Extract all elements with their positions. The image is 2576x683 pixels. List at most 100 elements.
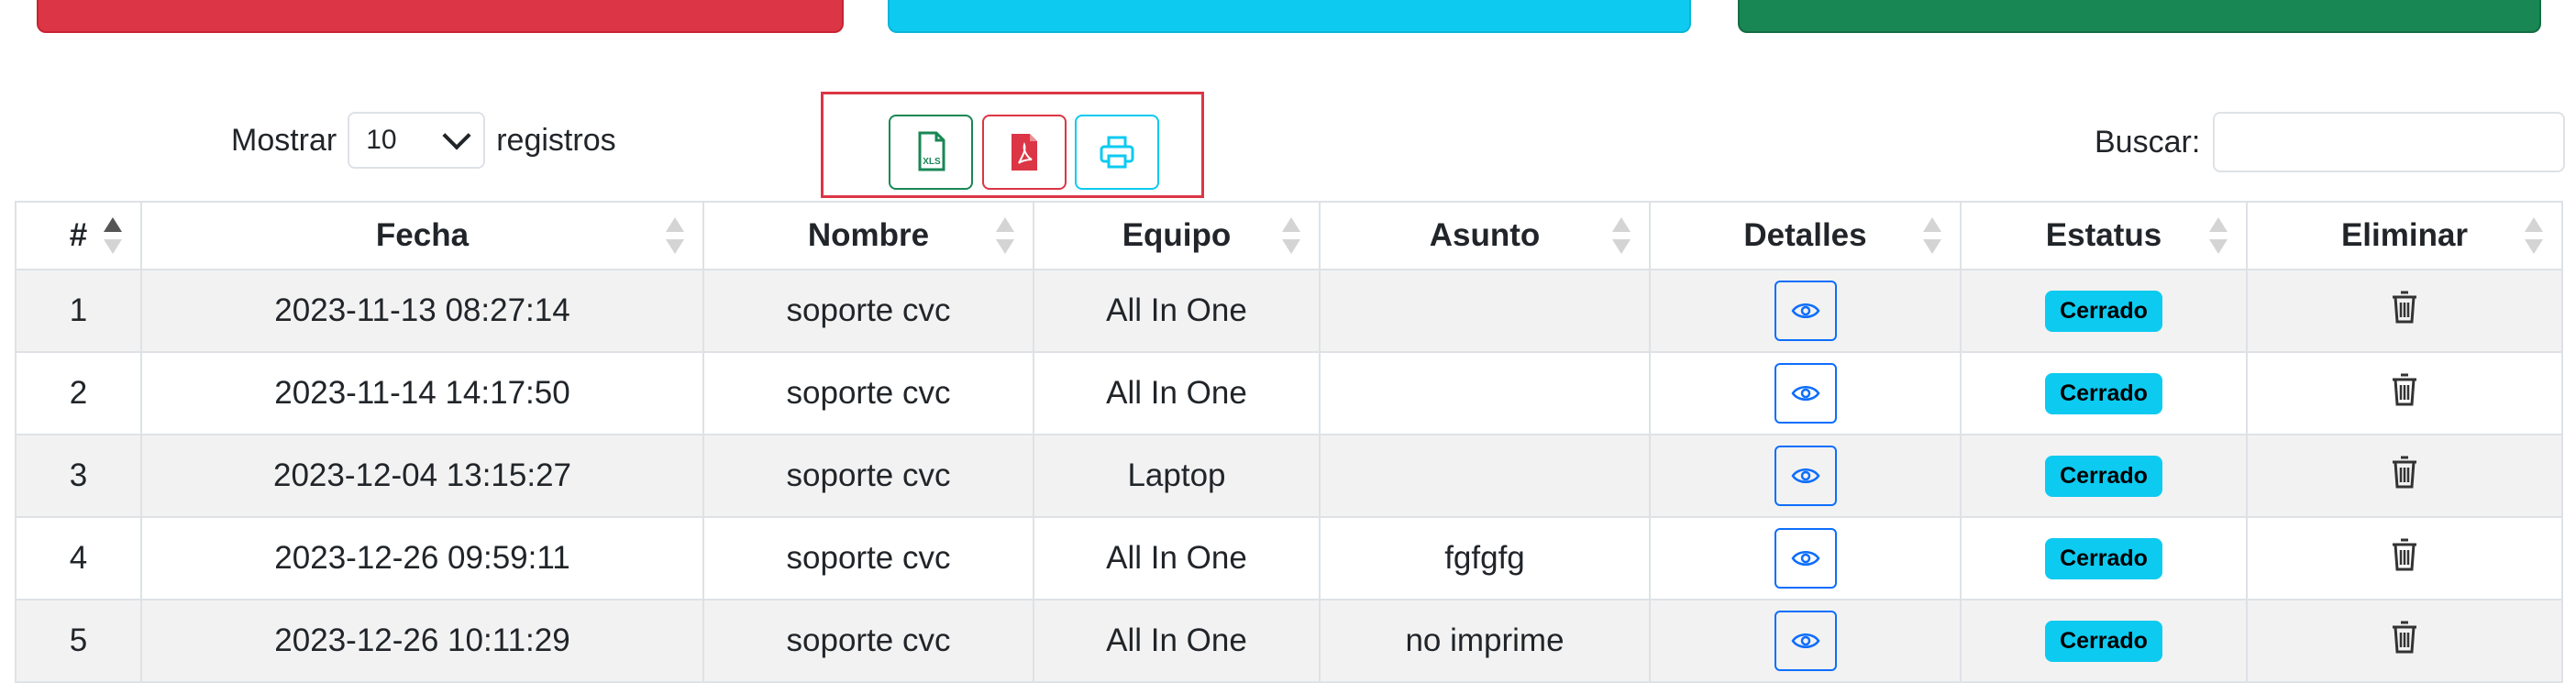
- print-button[interactable]: [1075, 115, 1159, 190]
- cell-num: 1: [15, 269, 142, 353]
- search-input[interactable]: [2213, 112, 2566, 172]
- page-length-value: 10: [366, 125, 397, 155]
- delete-button[interactable]: [2391, 455, 2418, 498]
- status-badge: Cerrado: [2045, 456, 2162, 497]
- view-details-button[interactable]: [1774, 363, 1837, 424]
- sort-asc-icon: [104, 217, 122, 254]
- cell-nombre: soporte cvc: [702, 516, 1034, 600]
- chevron-down-icon: [442, 121, 471, 150]
- cell-eliminar: [2246, 269, 2563, 353]
- view-details-button[interactable]: [1774, 281, 1837, 341]
- trash-icon: [2393, 373, 2416, 405]
- col-header-num[interactable]: #: [15, 201, 142, 270]
- cell-estatus: Cerrado: [1960, 351, 2248, 435]
- cell-asunto: no imprime: [1319, 599, 1651, 683]
- page-length-select[interactable]: 10: [348, 112, 486, 169]
- pdf-file-icon: [1012, 134, 1037, 171]
- excel-icon-text: XLS: [923, 157, 941, 167]
- cell-nombre: soporte cvc: [702, 434, 1034, 518]
- sort-icon: [2525, 217, 2543, 254]
- cell-nombre: soporte cvc: [702, 351, 1034, 435]
- header-row: # Fecha Nombre Equipo Asunto Detalles Es…: [15, 201, 2563, 270]
- cell-asunto: [1319, 269, 1651, 353]
- col-header-asunto[interactable]: Asunto: [1319, 201, 1651, 270]
- status-badge: Cerrado: [2045, 291, 2162, 332]
- cell-nombre: soporte cvc: [702, 599, 1034, 683]
- sort-icon: [666, 217, 684, 254]
- status-badge: Cerrado: [2045, 373, 2162, 414]
- tickets-table: # Fecha Nombre Equipo Asunto Detalles Es…: [15, 201, 2563, 683]
- cell-detalles: [1649, 516, 1962, 600]
- col-header-fecha[interactable]: Fecha: [140, 201, 704, 270]
- length-label-before: Mostrar: [231, 122, 337, 158]
- cell-nombre: soporte cvc: [702, 269, 1034, 353]
- cell-asunto: [1319, 351, 1651, 435]
- table-row: 4 2023-12-26 09:59:11 soporte cvc All In…: [15, 516, 2563, 600]
- cell-estatus: Cerrado: [1960, 269, 2248, 353]
- col-header-eliminar[interactable]: Eliminar: [2246, 201, 2563, 270]
- view-details-button[interactable]: [1774, 611, 1837, 671]
- pdf-export-button[interactable]: [982, 115, 1067, 190]
- cell-num: 2: [15, 351, 142, 435]
- sort-icon: [1612, 217, 1631, 254]
- trash-icon: [2393, 291, 2416, 323]
- delete-button[interactable]: [2391, 290, 2418, 333]
- cell-asunto: [1319, 434, 1651, 518]
- cell-fecha: 2023-12-26 10:11:29: [140, 599, 704, 683]
- eye-icon: [1790, 468, 1820, 483]
- cell-asunto: fgfgfg: [1319, 516, 1651, 600]
- cell-eliminar: [2246, 599, 2563, 683]
- cell-detalles: [1649, 599, 1962, 683]
- cell-estatus: Cerrado: [1960, 599, 2248, 683]
- cell-estatus: Cerrado: [1960, 516, 2248, 600]
- red-action-button[interactable]: [37, 0, 844, 33]
- cell-equipo: All In One: [1033, 269, 1321, 353]
- cell-equipo: All In One: [1033, 516, 1321, 600]
- delete-button[interactable]: [2391, 537, 2418, 580]
- printer-icon: [1100, 136, 1134, 169]
- export-buttons-group: XLS: [821, 92, 1204, 198]
- cell-eliminar: [2246, 516, 2563, 600]
- search-label: Buscar:: [2095, 124, 2201, 160]
- cyan-action-button[interactable]: [888, 0, 1691, 33]
- eye-icon: [1790, 633, 1820, 648]
- col-header-detalles[interactable]: Detalles: [1649, 201, 1962, 270]
- cell-equipo: Laptop: [1033, 434, 1321, 518]
- cell-eliminar: [2246, 434, 2563, 518]
- delete-button[interactable]: [2391, 620, 2418, 663]
- cell-fecha: 2023-12-04 13:15:27: [140, 434, 704, 518]
- length-label-after: registros: [496, 122, 616, 158]
- cell-fecha: 2023-11-13 08:27:14: [140, 269, 704, 353]
- status-badge: Cerrado: [2045, 538, 2162, 579]
- page-length-control: Mostrar 10 registros: [231, 112, 616, 169]
- sort-icon: [2209, 217, 2228, 254]
- cell-equipo: All In One: [1033, 599, 1321, 683]
- cell-num: 4: [15, 516, 142, 600]
- excel-export-button[interactable]: XLS: [889, 115, 973, 190]
- cell-estatus: Cerrado: [1960, 434, 2248, 518]
- col-header-equipo[interactable]: Equipo: [1033, 201, 1321, 270]
- col-header-estatus[interactable]: Estatus: [1960, 201, 2248, 270]
- cell-detalles: [1649, 351, 1962, 435]
- col-header-nombre[interactable]: Nombre: [702, 201, 1034, 270]
- cell-fecha: 2023-11-14 14:17:50: [140, 351, 704, 435]
- sort-icon: [1923, 217, 1941, 254]
- eye-icon: [1790, 303, 1820, 318]
- sort-icon: [996, 217, 1014, 254]
- cell-detalles: [1649, 269, 1962, 353]
- table-body: 1 2023-11-13 08:27:14 soporte cvc All In…: [15, 269, 2563, 683]
- cell-fecha: 2023-12-26 09:59:11: [140, 516, 704, 600]
- view-details-button[interactable]: [1774, 528, 1837, 589]
- trash-icon: [2393, 538, 2416, 570]
- delete-button[interactable]: [2391, 372, 2418, 415]
- green-action-button[interactable]: [1738, 0, 2541, 33]
- table-row: 3 2023-12-04 13:15:27 soporte cvc Laptop…: [15, 434, 2563, 518]
- cell-equipo: All In One: [1033, 351, 1321, 435]
- table-controls: Mostrar 10 registros XLS Buscar:: [0, 92, 2576, 202]
- eye-icon: [1790, 551, 1820, 566]
- table-row: 1 2023-11-13 08:27:14 soporte cvc All In…: [15, 269, 2563, 353]
- trash-icon: [2393, 456, 2416, 488]
- view-details-button[interactable]: [1774, 446, 1837, 506]
- cell-eliminar: [2246, 351, 2563, 435]
- cell-num: 3: [15, 434, 142, 518]
